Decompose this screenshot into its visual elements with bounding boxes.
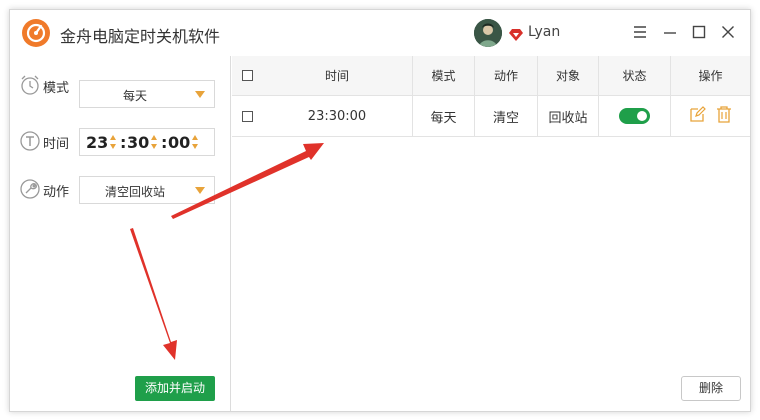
hour-spinner[interactable] [110,135,118,151]
minute-spinner[interactable] [151,135,159,151]
hour-field[interactable]: 23 [86,133,108,152]
time-separator: : [161,133,168,152]
user-name[interactable]: Lyan [528,24,560,40]
close-icon[interactable] [718,22,738,42]
settings-panel: 模式 每天 时间 23 : 30 : 00 动作 清空回收站 添加并启动 [10,56,231,411]
chevron-down-icon [195,91,205,98]
table-row[interactable]: 23:30:00 每天 清空 回收站 [232,96,750,137]
row-mode: 每天 [430,110,457,126]
trash-icon[interactable] [716,105,732,127]
status-toggle[interactable] [619,108,650,124]
minimize-icon[interactable] [660,22,680,42]
alarm-clock-icon [19,74,41,96]
time-separator: : [120,133,127,152]
time-t-icon [19,130,41,152]
app-window: 金舟电脑定时关机软件 Lyan 模式 每天 时间 23: 30: 00 动作… [9,9,751,412]
time-label: 时间 [43,137,70,152]
header-status: 状态 [622,69,647,83]
header-mode: 模式 [431,69,456,83]
vip-diamond-icon [509,26,523,45]
chevron-down-icon [195,187,205,194]
mode-label: 模式 [43,81,70,96]
header-action: 动作 [493,69,518,83]
avatar[interactable] [474,19,502,47]
delete-button[interactable]: 删除 [681,376,741,401]
table-header: 时间 模式 动作 对象 状态 操作 [232,56,750,96]
title-bar: 金舟电脑定时关机软件 Lyan [10,10,750,56]
time-input[interactable]: 23 : 30 : 00 [79,128,215,156]
action-label: 动作 [43,185,70,200]
select-all-checkbox[interactable] [241,70,253,81]
app-title: 金舟电脑定时关机软件 [60,27,221,46]
add-and-start-button[interactable]: 添加并启动 [135,376,215,401]
mode-select-value: 每天 [122,89,147,103]
second-field[interactable]: 00 [168,133,190,152]
menu-icon[interactable] [630,22,650,42]
minute-field[interactable]: 30 [127,133,149,152]
header-time: 时间 [324,69,349,83]
action-select-value: 清空回收站 [104,185,165,199]
edit-icon[interactable] [689,105,706,127]
wrench-icon [19,178,41,200]
row-checkbox[interactable] [241,110,253,122]
mode-select[interactable]: 每天 [79,80,215,108]
action-select[interactable]: 清空回收站 [79,176,215,204]
second-spinner[interactable] [192,135,200,151]
app-logo-icon [22,19,50,47]
maximize-icon[interactable] [689,22,709,42]
row-target: 回收站 [548,110,588,126]
header-operations: 操作 [698,69,723,83]
row-time: 23:30:00 [307,108,367,124]
row-action: 清空 [492,110,519,126]
header-target: 对象 [555,69,580,83]
